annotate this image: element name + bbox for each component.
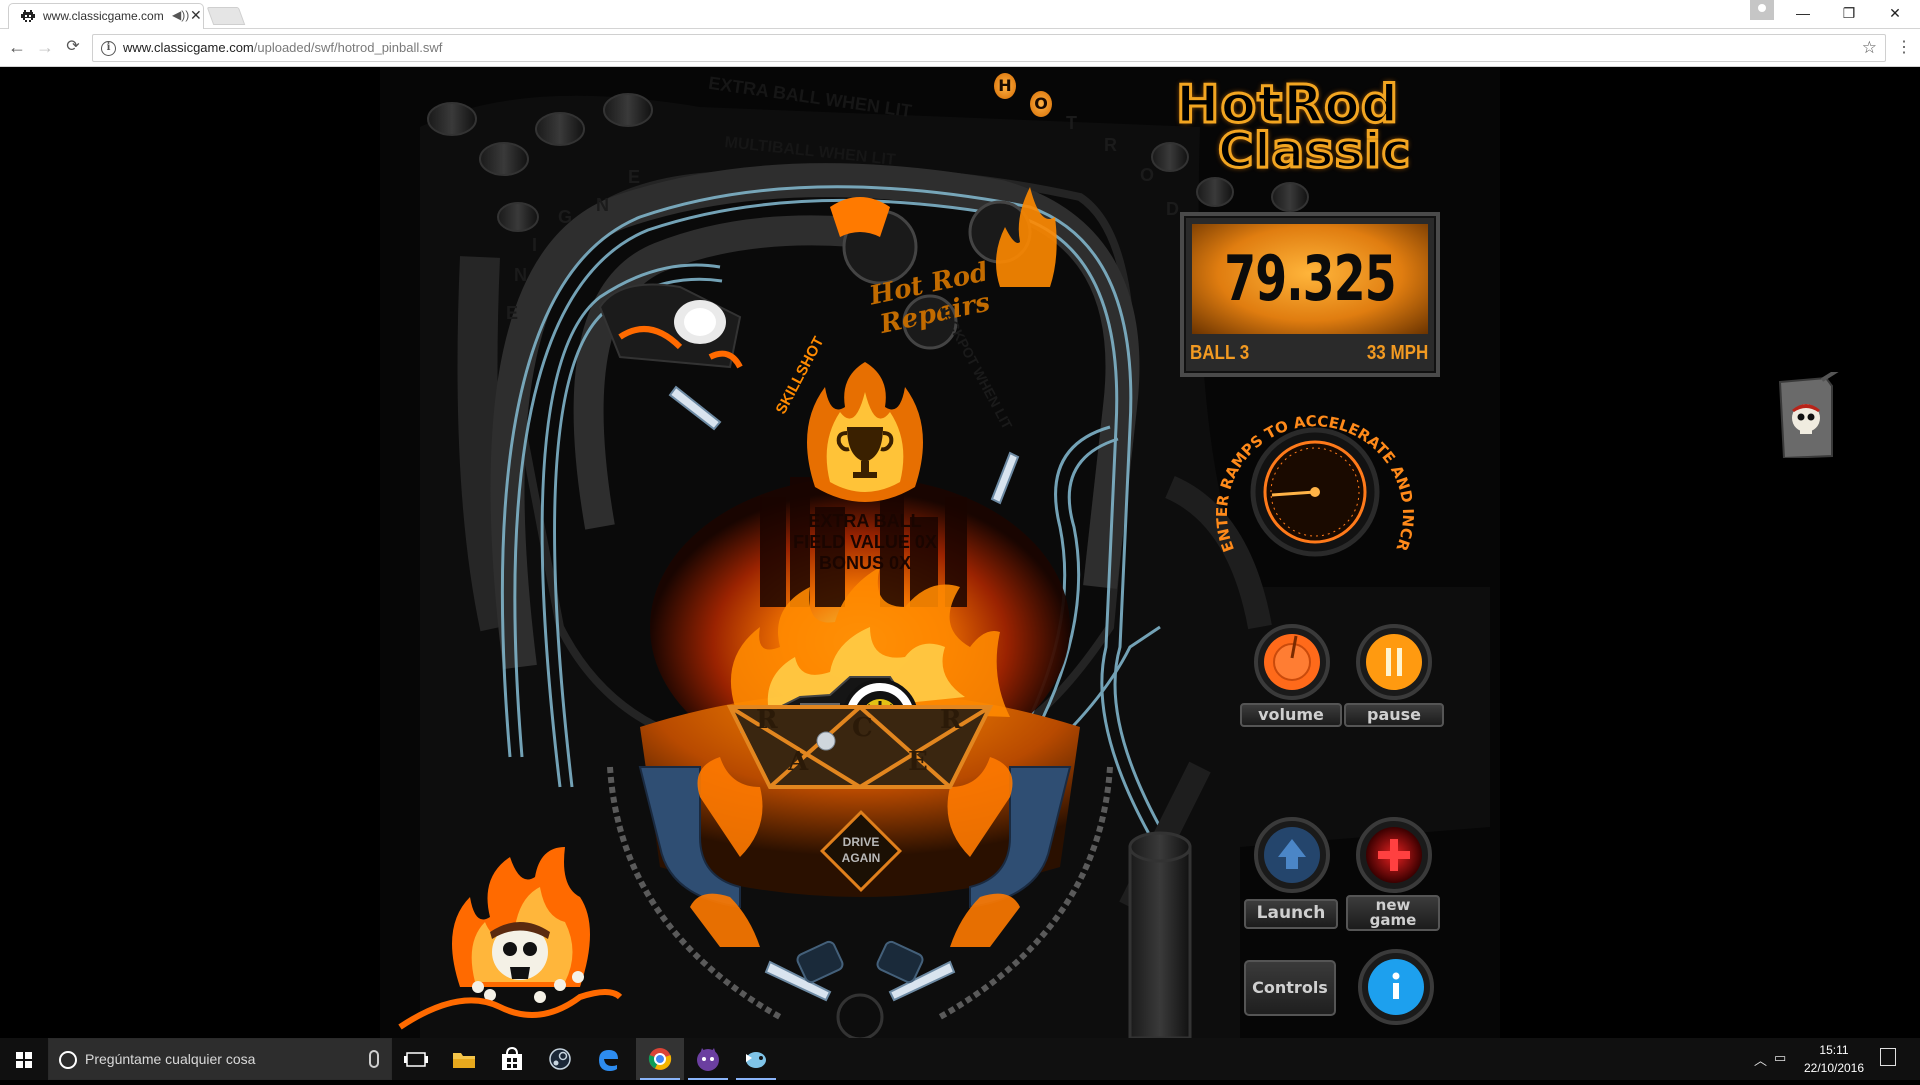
racer-letter-c: C	[852, 713, 873, 743]
browser-tab[interactable]: www.classicgame.com ◀)) ✕	[8, 3, 204, 29]
pinball-table-artwork	[380, 67, 1500, 1038]
tab-title: www.classicgame.com	[43, 9, 164, 23]
extra-ball-label: EXTRA BALL	[808, 511, 922, 531]
hotrod-letter-h: H	[994, 73, 1016, 99]
drive-again-label: DRIVE AGAIN	[828, 834, 894, 866]
action-center-icon[interactable]	[1880, 1048, 1896, 1066]
speaker-icon[interactable]: ◀))	[172, 8, 189, 22]
logo-line-2: Classic	[1217, 123, 1412, 179]
engine-letter-g: I	[532, 235, 538, 255]
url-path: /uploaded/swf/hotrod_pinball.swf	[253, 40, 443, 55]
field-value-label: FIELD VALUE 0X	[793, 532, 937, 552]
racer-letter-e: E	[908, 747, 928, 777]
windows-logo-icon	[16, 1052, 32, 1068]
new-game-button[interactable]	[1358, 819, 1430, 891]
engine-letter-i: G	[558, 207, 573, 227]
url-text: www.classicgame.com/uploaded/swf/hotrod_…	[123, 40, 442, 55]
new-tab-button[interactable]	[206, 7, 246, 25]
chrome-icon[interactable]	[636, 1038, 684, 1080]
cortana-icon	[59, 1051, 77, 1069]
search-placeholder: Pregúntame cualquier cosa	[85, 1051, 256, 1067]
cortana-search-box[interactable]: Pregúntame cualquier cosa	[48, 1038, 392, 1080]
close-window-button[interactable]: ✕	[1872, 0, 1918, 26]
engine-letter-e2: E	[506, 303, 519, 323]
score-display: 79.325	[1192, 224, 1428, 334]
skull-fuel-can-icon	[1778, 372, 1839, 458]
app-cat-icon[interactable]	[684, 1038, 732, 1080]
drive-again-line1: DRIVE	[842, 835, 880, 849]
url-host: www.classicgame.com	[123, 40, 254, 55]
engine-letter-n2: N	[514, 265, 527, 285]
engine-letter-e: E	[628, 167, 641, 187]
address-bar[interactable]: i www.classicgame.com/uploaded/swf/hotro…	[92, 34, 1886, 62]
steam-icon[interactable]	[536, 1038, 584, 1080]
speed-readout: 33 MPH	[1366, 342, 1428, 364]
hotrod-letter-d: D	[1166, 199, 1179, 219]
volume-knob[interactable]	[1256, 626, 1328, 698]
back-arrow-icon[interactable]: ←	[6, 36, 28, 58]
tray-chevron-icon[interactable]: ︿	[1754, 1050, 1767, 1069]
speedometer-gauge: ENTER RAMPS TO ACCELERATE AND INCREASE F…	[1206, 383, 1417, 557]
space-invader-favicon-icon	[21, 10, 35, 22]
tab-close-button[interactable]: ✕	[190, 7, 202, 24]
racer-letter-a: A	[788, 747, 809, 777]
new-game-label-line2: game	[1369, 911, 1417, 929]
controls-button[interactable]: Controls	[1244, 960, 1336, 1016]
hotrod-letter-o: O	[1030, 91, 1052, 117]
microphone-icon[interactable]	[369, 1050, 379, 1068]
pause-button[interactable]	[1358, 626, 1430, 698]
restore-button[interactable]: ❐	[1826, 0, 1872, 26]
network-icon[interactable]: ▭	[1774, 1050, 1786, 1066]
site-info-icon[interactable]: i	[101, 41, 116, 56]
bookmark-star-icon[interactable]: ☆	[1862, 38, 1877, 58]
forward-arrow-icon[interactable]: →	[34, 36, 56, 58]
edge-icon[interactable]	[584, 1038, 632, 1080]
task-view-icon[interactable]	[392, 1038, 440, 1080]
hotrod-letter-t: T	[1066, 113, 1077, 133]
scoreboard: 79.325 BALL 3 33 MPH	[1180, 212, 1440, 377]
launch-button[interactable]	[1256, 819, 1328, 891]
minimize-button[interactable]: —	[1780, 0, 1826, 26]
windows-taskbar: Pregúntame cualquier cosa ︿ ▭ 15:11 22/1…	[0, 1038, 1920, 1080]
volume-label[interactable]: volume	[1240, 703, 1342, 727]
hotrod-letter-r: R	[1104, 135, 1117, 155]
browser-tabstrip: www.classicgame.com ◀)) ✕ — ❐ ✕	[0, 0, 1920, 29]
racer-letter-r2: R	[940, 705, 962, 735]
racer-letter-r: R	[756, 705, 778, 735]
drive-again-line2: AGAIN	[841, 851, 881, 865]
browser-toolbar: ← → ⟳ i www.classicgame.com/uploaded/swf…	[0, 29, 1920, 67]
browser-menu-icon[interactable]: ⋮	[1896, 37, 1912, 57]
clock-time: 15:11	[1819, 1043, 1849, 1057]
clock-date: 22/10/2016	[1803, 1061, 1865, 1075]
profile-icon[interactable]	[1750, 0, 1774, 20]
ball-counter: BALL 3	[1190, 342, 1250, 364]
hotrod-letter-o2: O	[1140, 165, 1155, 185]
reload-icon[interactable]: ⟳	[62, 36, 84, 58]
launch-label[interactable]: Launch	[1244, 899, 1338, 929]
hotrod-classic-logo: HotRod Classic	[1175, 78, 1440, 179]
engine-letter-n: N	[596, 195, 609, 215]
store-icon[interactable]	[488, 1038, 536, 1080]
app-bird-icon[interactable]	[732, 1038, 780, 1080]
taskbar-clock[interactable]: 15:11 22/10/2016	[1792, 1041, 1876, 1077]
pinball-game[interactable]: HotRod Classic 79.325 BALL 3 33 MPH ENTE…	[0, 67, 1920, 1038]
windows-start-button[interactable]	[0, 1038, 48, 1080]
info-button[interactable]	[1360, 951, 1432, 1023]
score-value: 79.325	[1224, 242, 1396, 315]
bonus-label: BONUS 0X	[818, 553, 912, 573]
pause-label[interactable]: pause	[1344, 703, 1444, 727]
file-explorer-icon[interactable]	[440, 1038, 488, 1080]
new-game-label[interactable]: new game	[1346, 895, 1440, 931]
